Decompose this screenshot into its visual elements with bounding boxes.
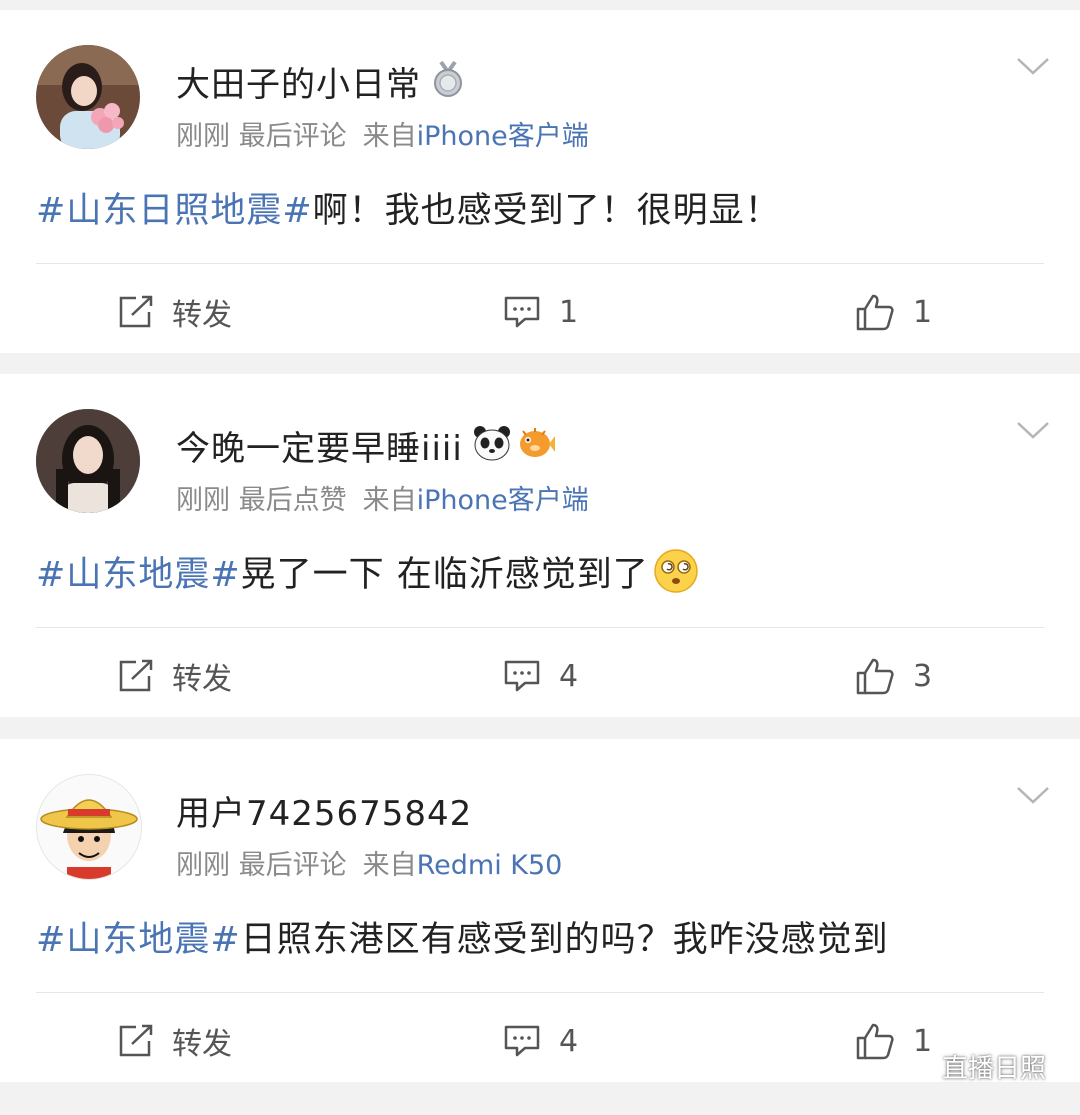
comment-count: 1 bbox=[559, 294, 579, 330]
comment-icon bbox=[504, 1025, 540, 1057]
post-content: #山东地震#日照东港区有感受到的吗？我咋没感觉到 bbox=[36, 911, 889, 962]
post-action: 最后点赞 bbox=[238, 485, 347, 516]
post-content: #山东地震#晃了一下 在临沂感觉到了 bbox=[36, 546, 699, 603]
repost-button[interactable]: 转发 bbox=[118, 1015, 232, 1067]
comment-button[interactable]: 4 bbox=[503, 1015, 578, 1067]
post-card: 大田子的小日常 刚刚 最后评论 来自iPhone客户端 #山东日照地震#啊！我也感… bbox=[0, 10, 1080, 353]
post-time: 刚刚 bbox=[176, 850, 230, 881]
post-time: 刚刚 bbox=[176, 485, 230, 516]
feed: 大田子的小日常 刚刚 最后评论 来自iPhone客户端 #山东日照地震#啊！我也感… bbox=[0, 0, 1080, 1115]
watermark-text: 直播日照 bbox=[941, 1054, 1046, 1084]
repost-label: 转发 bbox=[172, 662, 232, 697]
dizzy-face-emoji-icon bbox=[653, 548, 699, 603]
from-prefix: 来自 bbox=[362, 850, 417, 881]
comment-count: 4 bbox=[559, 658, 579, 694]
action-bar: 转发 1 1 bbox=[0, 286, 1080, 338]
post-source[interactable]: iPhone客户端 bbox=[417, 121, 589, 152]
post-text: 晃了一下 在临沂感觉到了 bbox=[240, 555, 649, 595]
like-button[interactable]: 3 bbox=[855, 650, 932, 702]
hashtag-link[interactable]: #山东日照地震# bbox=[36, 191, 313, 231]
thumbs-up-icon bbox=[856, 658, 894, 695]
pufferfish-emoji-icon bbox=[515, 426, 555, 464]
action-bar: 转发 4 3 bbox=[0, 650, 1080, 702]
repost-button[interactable]: 转发 bbox=[118, 286, 232, 338]
chevron-down-icon[interactable] bbox=[1016, 785, 1050, 809]
comment-button[interactable]: 4 bbox=[503, 650, 578, 702]
post-content: #山东日照地震#啊！我也感受到了！很明显！ bbox=[36, 182, 781, 233]
username[interactable]: 用户7425675842 bbox=[176, 786, 472, 835]
repost-label: 转发 bbox=[172, 298, 232, 333]
from-prefix: 来自 bbox=[362, 485, 417, 516]
avatar[interactable] bbox=[36, 409, 140, 513]
divider bbox=[36, 263, 1044, 264]
comment-icon bbox=[504, 296, 540, 328]
share-icon bbox=[119, 659, 153, 692]
hashtag-link[interactable]: #山东地震# bbox=[36, 920, 241, 960]
thumbs-up-icon bbox=[856, 1023, 894, 1060]
chevron-down-icon[interactable] bbox=[1016, 56, 1050, 80]
post-card: 今晚一定要早睡iiii 刚刚 最后点赞 来自iPhone客户端 #山东地震#晃了… bbox=[0, 374, 1080, 717]
like-count: 3 bbox=[913, 658, 933, 694]
thumbs-up-icon bbox=[856, 294, 894, 331]
medal-icon bbox=[431, 60, 465, 102]
username[interactable]: 大田子的小日常 bbox=[176, 57, 421, 106]
divider bbox=[36, 627, 1044, 628]
username[interactable]: 今晚一定要早睡iiii bbox=[176, 421, 463, 470]
repost-button[interactable]: 转发 bbox=[118, 650, 232, 702]
like-count: 1 bbox=[913, 294, 933, 330]
comment-button[interactable]: 1 bbox=[503, 286, 578, 338]
panda-emoji-icon bbox=[473, 425, 511, 465]
post-action: 最后评论 bbox=[238, 121, 347, 152]
post-meta: 刚刚 最后点赞 来自iPhone客户端 bbox=[176, 478, 589, 517]
post-text: 啊！我也感受到了！很明显！ bbox=[312, 191, 781, 231]
wechat-icon bbox=[894, 1051, 933, 1081]
post-meta: 刚刚 最后评论 来自Redmi K50 bbox=[176, 843, 562, 882]
comment-icon bbox=[504, 660, 540, 692]
avatar[interactable] bbox=[36, 45, 140, 149]
post-text: 日照东港区有感受到的吗？我咋没感觉到 bbox=[240, 920, 889, 960]
post-time: 刚刚 bbox=[176, 121, 230, 152]
comment-count: 4 bbox=[559, 1023, 579, 1059]
divider bbox=[36, 992, 1044, 993]
like-button[interactable]: 1 bbox=[855, 286, 932, 338]
chevron-down-icon[interactable] bbox=[1016, 420, 1050, 444]
share-icon bbox=[119, 295, 153, 328]
from-prefix: 来自 bbox=[362, 121, 417, 152]
watermark: 直播日照 bbox=[894, 1048, 1046, 1085]
post-source[interactable]: iPhone客户端 bbox=[417, 485, 589, 516]
hashtag-link[interactable]: #山东地震# bbox=[36, 555, 241, 595]
post-action: 最后评论 bbox=[238, 850, 347, 881]
avatar[interactable] bbox=[36, 774, 142, 880]
post-source[interactable]: Redmi K50 bbox=[417, 850, 563, 881]
repost-label: 转发 bbox=[172, 1027, 232, 1062]
post-meta: 刚刚 最后评论 来自iPhone客户端 bbox=[176, 114, 589, 153]
share-icon bbox=[119, 1024, 153, 1057]
post-card: 用户7425675842 刚刚 最后评论 来自Redmi K50 #山东地震#日照… bbox=[0, 739, 1080, 1082]
